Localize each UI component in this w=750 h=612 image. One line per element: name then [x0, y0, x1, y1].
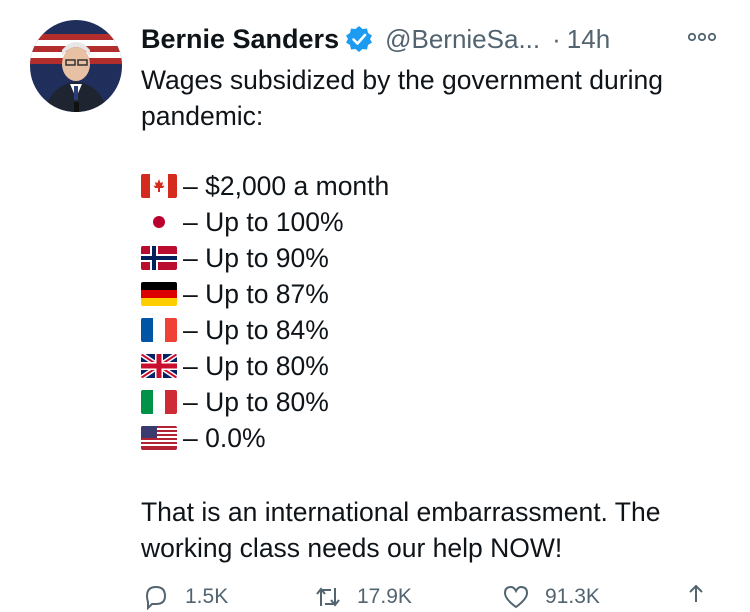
tweet-text-line: working class needs our help NOW! — [141, 533, 563, 563]
list-item-text: – Up to 84% — [183, 314, 329, 345]
list-item-text: – Up to 87% — [183, 278, 329, 309]
list-item-text: – 0.0% — [183, 422, 266, 453]
verified-badge-icon — [345, 25, 373, 53]
like-count: 91.3K — [545, 585, 600, 608]
list-item: – Up to 90% — [141, 240, 329, 276]
uk-flag-icon — [141, 354, 177, 378]
list-item: – Up to 87% — [141, 276, 329, 312]
share-button[interactable] — [681, 582, 725, 612]
list-item-text: – Up to 100% — [183, 206, 344, 237]
canada-flag-icon — [141, 174, 177, 198]
heart-icon — [503, 585, 529, 609]
tweet-actions: 1.5K 17.9K 91.3K — [141, 582, 741, 612]
germany-flag-icon — [141, 282, 177, 306]
reply-button[interactable]: 1.5K — [141, 582, 228, 612]
like-button[interactable]: 91.3K — [501, 582, 600, 612]
tweet-text-line: That is an international embarrassment. … — [141, 497, 661, 527]
share-icon — [689, 584, 703, 602]
list-item: – Up to 84% — [141, 312, 329, 348]
list-item: – $2,000 a month — [141, 168, 389, 204]
reply-count: 1.5K — [185, 585, 229, 608]
tweet-text-line: Wages subsidized by the government durin… — [141, 65, 663, 95]
retweet-count: 17.9K — [357, 585, 412, 608]
retweet-button[interactable]: 17.9K — [313, 582, 412, 612]
separator-dot: · — [552, 23, 561, 54]
reply-icon — [145, 585, 167, 611]
timestamp[interactable]: 14h — [567, 24, 610, 55]
list-item: – Up to 80% — [141, 384, 329, 420]
usa-flag-icon — [141, 426, 177, 450]
list-item-text: – Up to 80% — [183, 386, 329, 417]
list-item-text: – Up to 80% — [183, 350, 329, 381]
list-item-text: – Up to 90% — [183, 242, 329, 273]
list-item-text: – $2,000 a month — [183, 170, 390, 201]
more-options-icon[interactable] — [686, 28, 718, 46]
list-item: – Up to 100% — [141, 204, 344, 240]
italy-flag-icon — [141, 390, 177, 414]
tweet-text-line: pandemic: — [141, 101, 264, 131]
japan-flag-icon — [141, 210, 177, 234]
tweet-header: Bernie Sanders @BernieSa... · 14h — [141, 22, 610, 56]
list-item: – 0.0% — [141, 420, 266, 456]
france-flag-icon — [141, 318, 177, 342]
retweet-icon — [316, 587, 340, 607]
author-handle[interactable]: @BernieSa... — [385, 24, 540, 55]
author-name[interactable]: Bernie Sanders — [141, 24, 339, 55]
list-item: – Up to 80% — [141, 348, 329, 384]
avatar[interactable] — [30, 20, 122, 112]
norway-flag-icon — [141, 246, 177, 270]
